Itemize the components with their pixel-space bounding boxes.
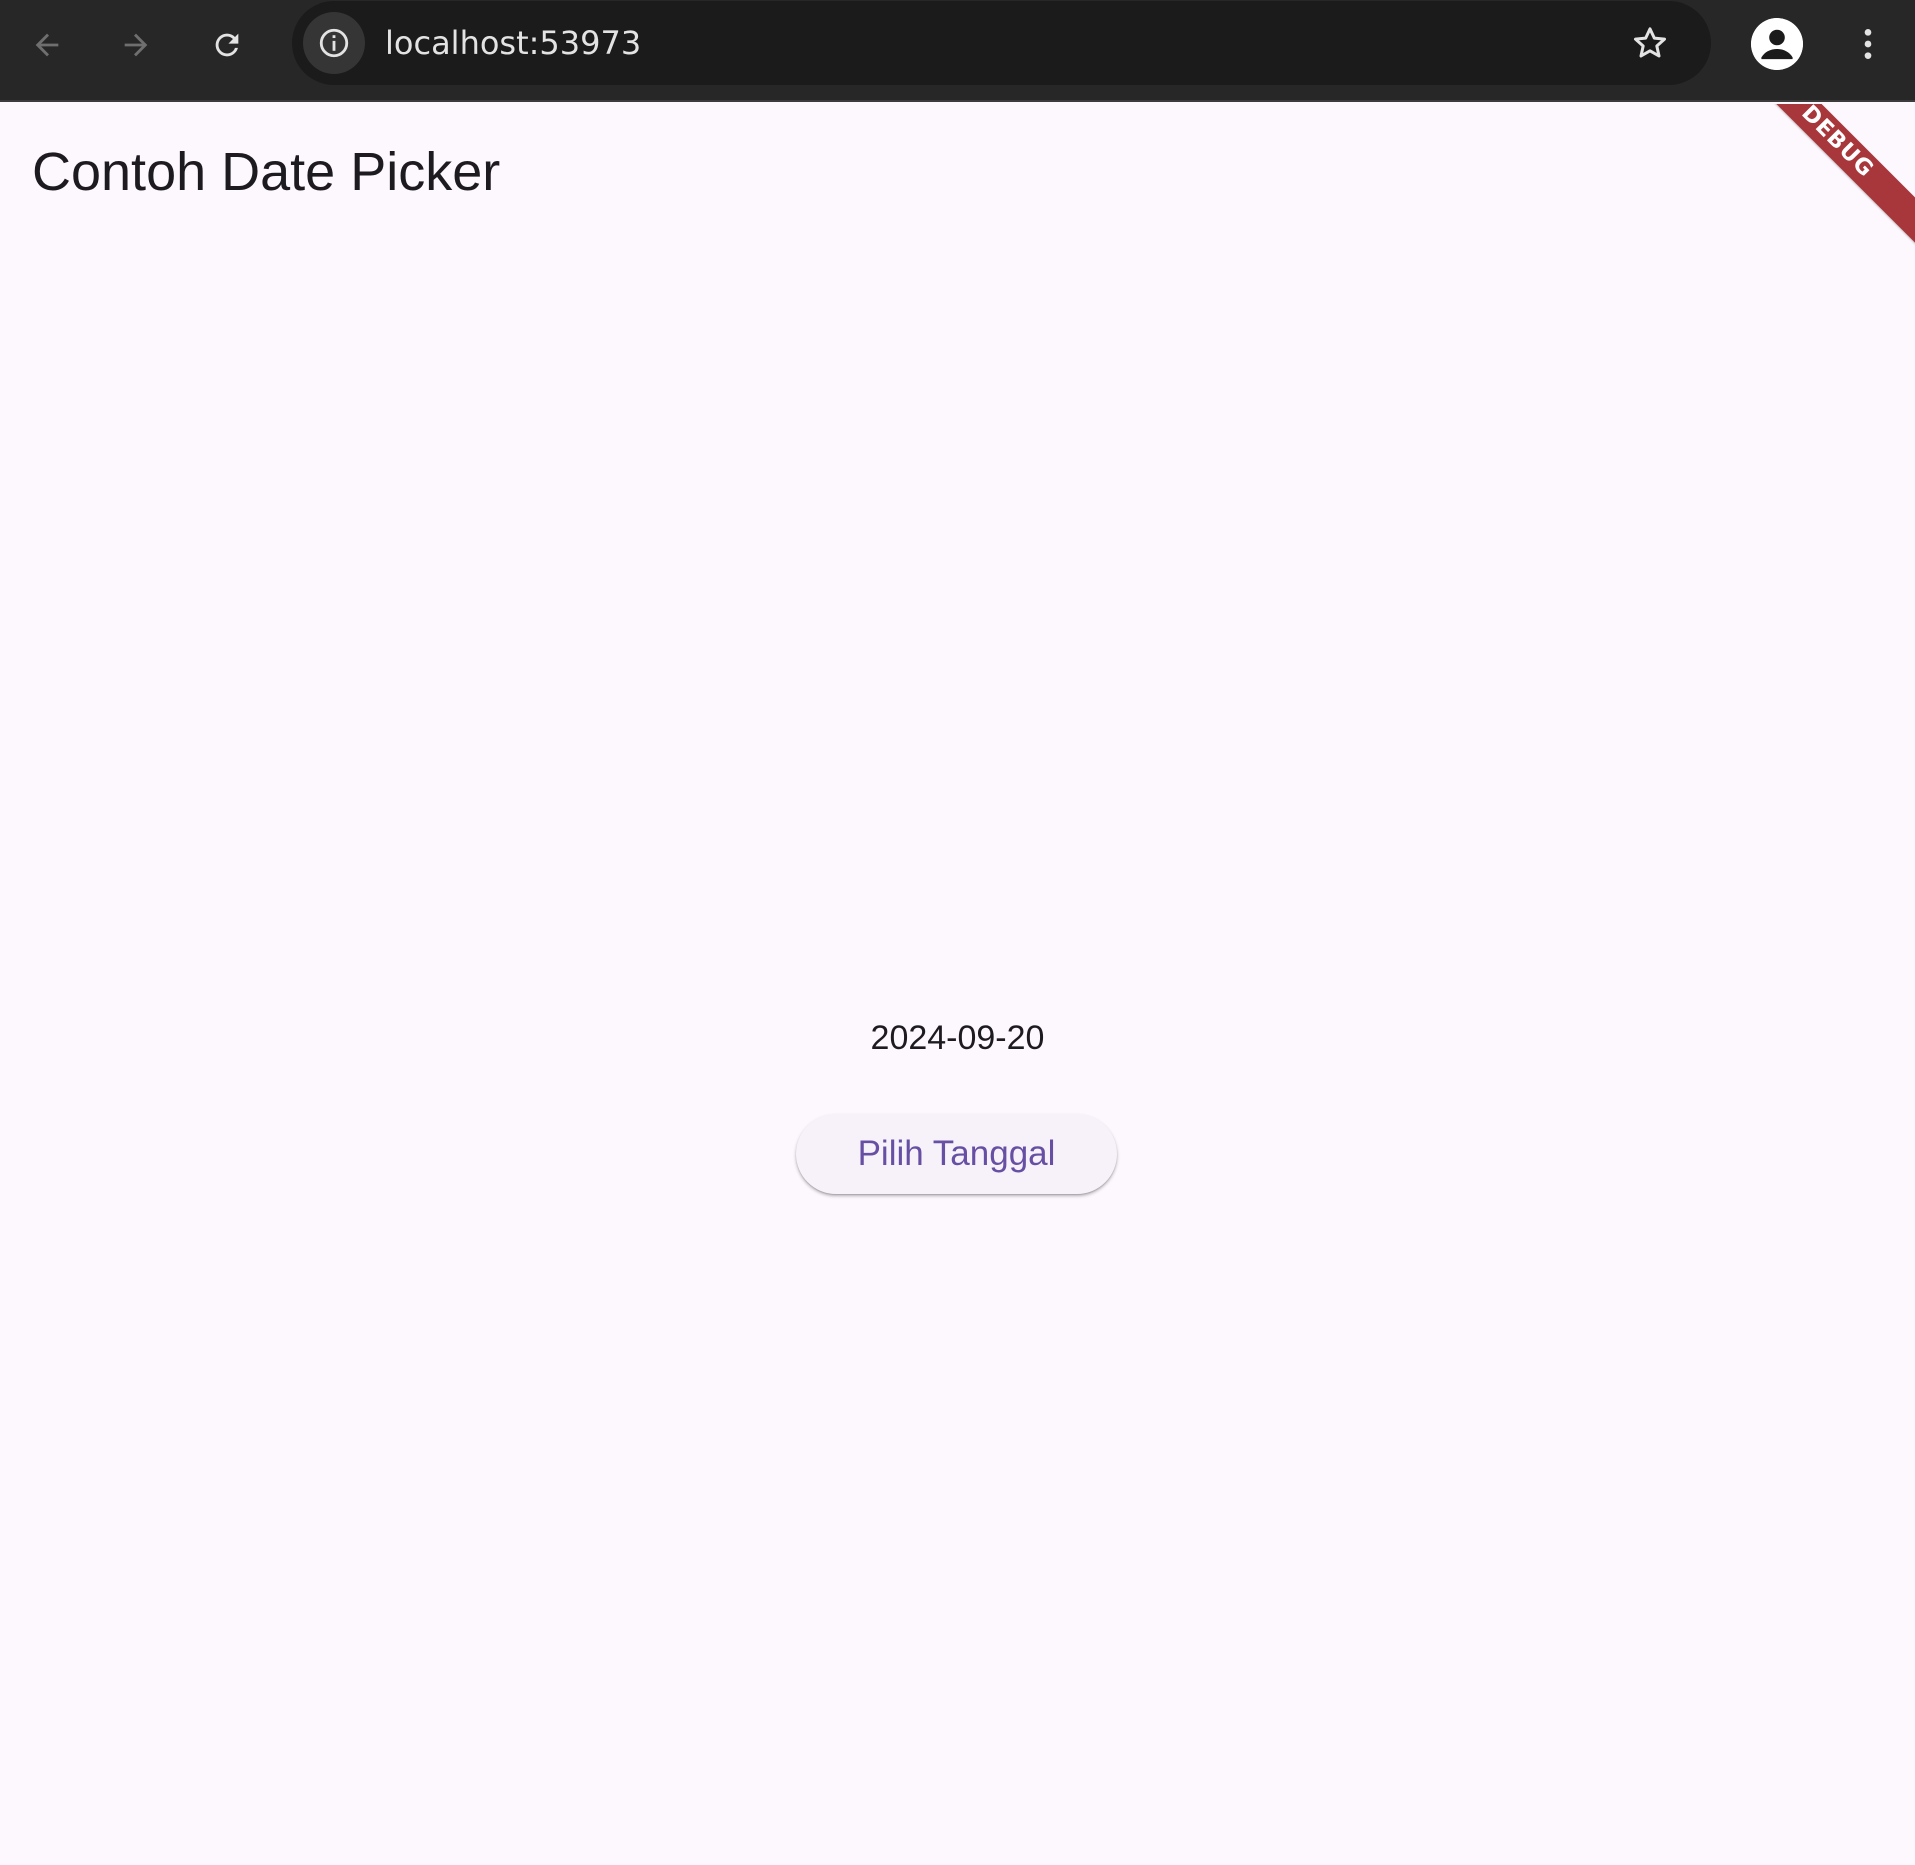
address-bar[interactable]: localhost:53973	[292, 1, 1711, 85]
star-icon	[1634, 27, 1666, 58]
more-vertical-icon	[1864, 29, 1872, 59]
selected-date: 2024-09-20	[870, 1019, 1045, 1057]
bookmark-button[interactable]	[1625, 18, 1675, 68]
arrow-left-icon	[35, 33, 59, 57]
person-icon	[1751, 18, 1803, 70]
app-page: Contoh Date Picker 2024-09-20 Pilih Tang…	[0, 104, 1915, 1865]
debug-banner: DEBUG	[1733, 104, 1915, 246]
site-info-button[interactable]	[303, 12, 365, 74]
profile-button[interactable]	[1751, 18, 1803, 70]
pick-date-button[interactable]: Pilih Tanggal	[796, 1114, 1117, 1194]
browser-toolbar: localhost:53973	[0, 0, 1915, 102]
page-title: Contoh Date Picker	[32, 142, 501, 202]
reload-button[interactable]	[199, 17, 255, 73]
browser-menu-button[interactable]	[1842, 18, 1894, 70]
arrow-right-icon	[124, 33, 148, 57]
url-text[interactable]: localhost:53973	[385, 23, 641, 63]
info-icon	[319, 28, 349, 58]
back-button[interactable]	[19, 17, 75, 73]
reload-icon	[215, 33, 239, 57]
forward-button[interactable]	[108, 17, 164, 73]
